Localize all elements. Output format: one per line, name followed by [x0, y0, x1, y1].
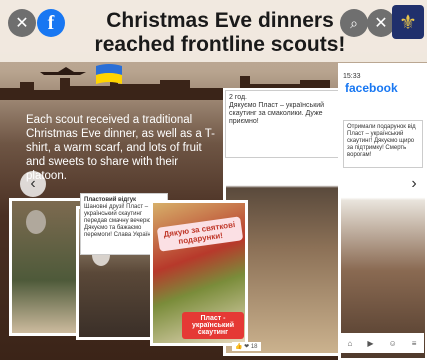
zoom-button[interactable]: ⌕	[340, 9, 368, 37]
page-title: Christmas Eve dinners reached frontline …	[70, 9, 370, 57]
video-icon: ▶	[367, 338, 374, 348]
post-text: Дякуємо Пласт – український скаутинг за …	[229, 102, 325, 125]
ukraine-flag-icon	[96, 64, 122, 84]
zoom-icon: ⌕	[350, 14, 358, 31]
close-button[interactable]: ✕	[8, 9, 36, 37]
close-icon: ✕	[15, 15, 29, 32]
plast-tag: Пласт - український скаутинг	[182, 312, 244, 339]
facebook-glyph: f	[47, 11, 55, 34]
close-icon: ✕	[374, 15, 388, 32]
plast-emblem-icon: ⚜	[392, 5, 424, 39]
story-message: Отримали подарунок від Пласт – українськ…	[343, 120, 423, 168]
chevron-right-icon: ›	[411, 175, 417, 192]
collage-photo-soldier	[9, 198, 85, 336]
next-button[interactable]: ›	[401, 171, 427, 197]
title-line-1: Christmas Eve dinners	[106, 9, 334, 32]
people-icon: ☺	[388, 338, 397, 348]
collage-photo-story	[338, 63, 427, 360]
facebook-post-card: 2 год. Дякуємо Пласт – український скаут…	[225, 90, 345, 158]
close-viewer-button[interactable]: ✕	[367, 9, 395, 37]
blurred-face	[26, 210, 46, 234]
image-viewer: Christmas Eve dinners reached frontline …	[0, 0, 427, 360]
story-message-text: Отримали подарунок від Пласт – українськ…	[347, 124, 416, 158]
facebook-logo-icon[interactable]: f	[37, 9, 65, 37]
description-text: Each scout received a traditional Christ…	[26, 114, 215, 182]
emblem-glyph: ⚜	[399, 11, 417, 34]
title-line-2: reached frontline scouts!	[94, 33, 346, 56]
post-date: 2 год.	[229, 94, 248, 101]
previous-button[interactable]: ‹	[20, 171, 46, 197]
story-bottom-bar: ⌂ ▶ ☺ ≡	[340, 333, 424, 353]
home-icon: ⌂	[347, 338, 353, 348]
reactions-count: 👍 ❤ 18	[232, 342, 261, 351]
story-facebook-logo: facebook	[345, 81, 398, 95]
chevron-left-icon: ‹	[30, 175, 36, 192]
menu-icon: ≡	[411, 338, 417, 348]
